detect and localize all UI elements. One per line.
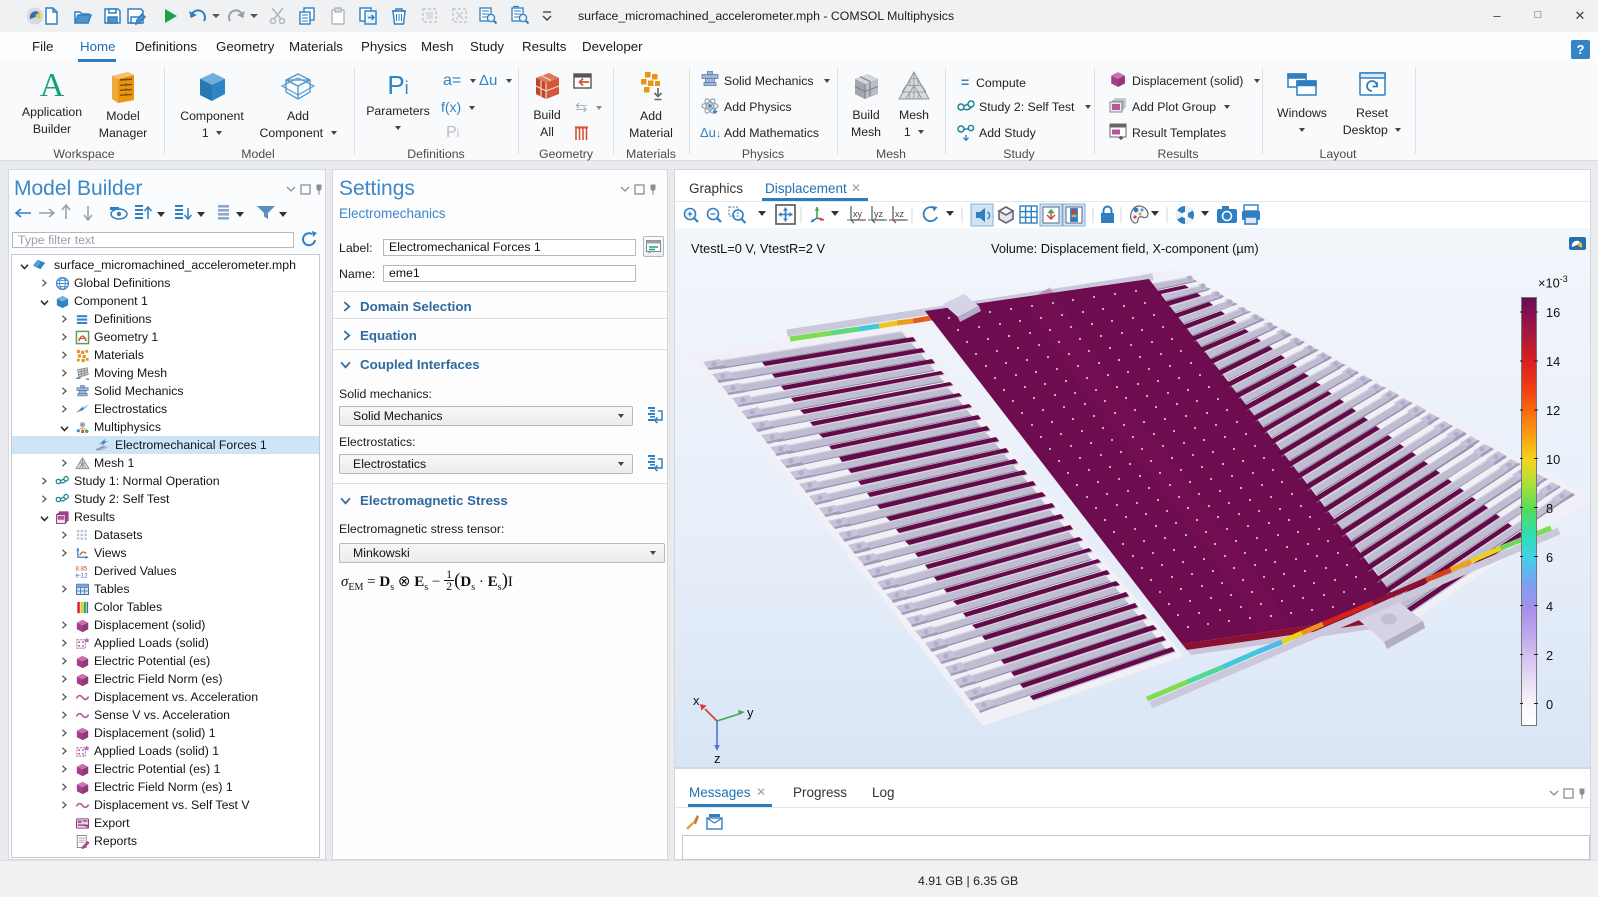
- svg-text:y: y: [747, 705, 754, 720]
- svg-text:xz: xz: [895, 209, 905, 219]
- svg-text:8.85: 8.85: [75, 565, 87, 572]
- svg-text:yz: yz: [874, 209, 884, 219]
- svg-text:x: x: [693, 693, 700, 708]
- svg-text:e-12: e-12: [75, 572, 88, 578]
- svg-text:xy: xy: [853, 209, 863, 219]
- svg-text:z: z: [714, 751, 721, 766]
